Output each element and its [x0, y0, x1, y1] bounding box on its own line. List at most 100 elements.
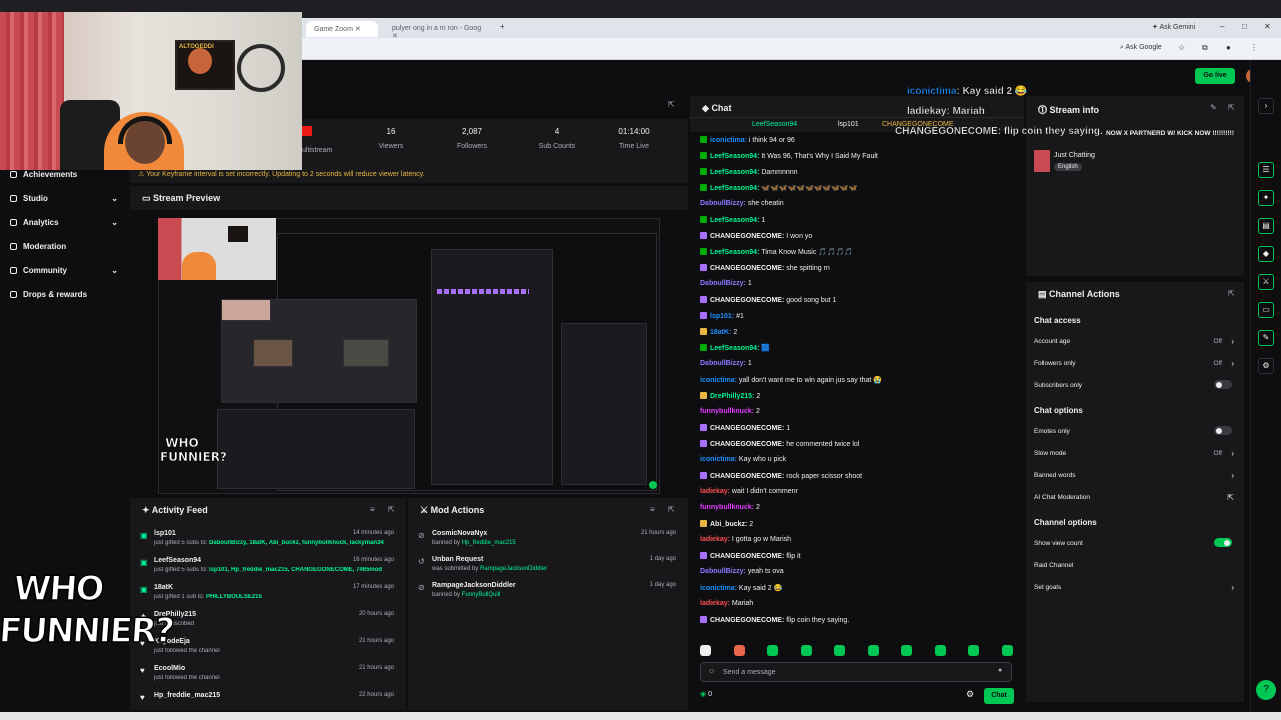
rail-button[interactable]: ⚙	[1258, 358, 1274, 374]
chat-message[interactable]: CHANGEGONECOME: he commented twice lol	[700, 440, 859, 448]
channel-action-set-goals[interactable]: Set goals ›	[1034, 583, 1236, 596]
chat-username[interactable]: CHANGEGONECOME:	[710, 473, 786, 480]
filter-icon[interactable]: ≡	[650, 505, 655, 514]
chat-username[interactable]: LeefSeason94:	[710, 185, 761, 192]
chat-message[interactable]: funnybullknuck: 2	[700, 504, 760, 511]
chat-username[interactable]: lsp101:	[710, 313, 736, 320]
chat-username[interactable]: CHANGEGONECOME:	[710, 617, 786, 624]
channel-action-slow-mode[interactable]: Slow mode Off ›	[1034, 449, 1236, 462]
chat-message[interactable]: LeefSeason94: It Was 96, That's Why I Sa…	[700, 152, 878, 160]
chat-username[interactable]: LeefSeason94:	[710, 153, 761, 160]
chat-username[interactable]: CHANGEGONECOME:	[710, 297, 786, 304]
chat-username[interactable]: iconictima:	[700, 456, 739, 463]
chat-message[interactable]: ladiekay: wait I didn't commenr	[700, 488, 798, 495]
chat-message[interactable]: CHANGEGONECOME: she spitting rn	[700, 264, 830, 272]
chat-input[interactable]: Send a message	[700, 662, 1012, 682]
channel-action-raid-channel[interactable]: Raid Channel	[1034, 562, 1236, 574]
collapse-icon[interactable]: ›	[1258, 98, 1274, 114]
ask-gemini-button[interactable]: ✦ Ask Gemini	[1152, 23, 1195, 31]
sidebar-item-drops-rewards[interactable]: Drops & rewards	[10, 290, 120, 299]
mod-action-row[interactable]: ⊘ RampageJacksonDiddler banned by FunnyBul…	[418, 582, 684, 604]
chat-message[interactable]: LeefSeason94: 🟦	[700, 344, 770, 352]
chat-message[interactable]: funnybullknuck: 2	[700, 408, 760, 415]
top-chatter[interactable]: lsp101	[838, 121, 859, 128]
activity-row[interactable]: ▣ LeefSeason94 just gifted 5 subs to: lsp1…	[136, 557, 398, 581]
rail-button[interactable]: ⚔	[1258, 274, 1274, 290]
chat-message[interactable]: 18atK: 2	[700, 328, 737, 336]
chat-message[interactable]: iconictima: i think 94 or 96	[700, 136, 795, 144]
chat-message[interactable]: ladiekay: I gotta go w Marish	[700, 536, 791, 543]
chat-message[interactable]: iconictima: Kay said 2 😂	[700, 584, 782, 592]
sidebar-item-analytics[interactable]: Analytics ⌄	[10, 218, 120, 227]
channel-action-banned-words[interactable]: Banned words ›	[1034, 471, 1236, 484]
rail-button[interactable]: ✦	[1258, 190, 1274, 206]
sidebar-item-studio[interactable]: Studio ⌄	[10, 194, 120, 203]
chat-message[interactable]: CHANGEGONECOME: flip it	[700, 552, 801, 560]
chat-username[interactable]: ladiekay:	[700, 536, 732, 543]
browser-menu-icon[interactable]: ⋮	[1250, 43, 1258, 52]
chat-username[interactable]: CHANGEGONECOME:	[710, 553, 786, 560]
activity-row[interactable]: ▣ lsp101 just gifted 5 subs to: DaboullBiz…	[136, 530, 398, 554]
browser-tab[interactable]: pulyer ong in a m ron - Goog ✕	[384, 21, 492, 40]
mod-action-target[interactable]: CosmicNovaNyx	[432, 530, 487, 537]
popout-icon[interactable]: ⇱	[1228, 289, 1235, 298]
channel-points[interactable]: ◉ 0	[700, 690, 712, 698]
chat-message[interactable]: lsp101: #1	[700, 312, 744, 320]
sidebar-item-achievements[interactable]: Achievements	[10, 170, 120, 179]
chat-username[interactable]: DaboullBizzy:	[700, 280, 748, 287]
send-chat-button[interactable]: Chat	[984, 688, 1014, 704]
top-chatter[interactable]: LeefSeason94	[752, 121, 797, 128]
chat-username[interactable]: ladiekay:	[700, 488, 732, 495]
chat-username[interactable]: CHANGEGONECOME:	[710, 441, 786, 448]
activity-recipients[interactable]: lsp101, Hp_freddie_mac215, CHANGEGONECOM…	[209, 567, 382, 573]
activity-recipients[interactable]: PHILLYBOULSE215	[206, 594, 262, 600]
rail-button[interactable]: ▭	[1258, 302, 1274, 318]
chat-username[interactable]: DaboullBizzy:	[700, 568, 748, 575]
chat-message[interactable]: CHANGEGONECOME: I won yo	[700, 232, 812, 240]
stream-category[interactable]: Just Chatting	[1054, 152, 1095, 159]
chat-username[interactable]: CHANGEGONECOME:	[710, 233, 786, 240]
emoji-icon[interactable]: ☺	[708, 668, 715, 675]
popout-icon[interactable]: ⇱	[388, 505, 395, 514]
emote-icon[interactable]	[901, 645, 912, 656]
new-tab-icon[interactable]: +	[500, 22, 505, 31]
activity-row[interactable]: ▣ 18atK just gifted 1 sub to: PHILLYBOULSE…	[136, 584, 398, 608]
chat-username[interactable]: 18atK:	[710, 329, 733, 336]
go-live-button[interactable]: Go live	[1195, 68, 1235, 84]
chat-message[interactable]: DrePhilly215: 2	[700, 392, 760, 400]
chat-message[interactable]: LeefSeason94: 🦋🦋🦋🦋🦋🦋🦋🦋🦋🦋🦋	[700, 184, 857, 192]
mod-action-target[interactable]: Unban Request	[432, 556, 483, 563]
emote-icon[interactable]	[1001, 645, 1013, 656]
activity-username[interactable]: Hp_freddie_mac215	[154, 692, 220, 699]
browser-tab-active[interactable]: Game Zoom ✕	[306, 21, 378, 37]
chat-username[interactable]: funnybullknuck:	[700, 408, 756, 415]
chat-username[interactable]: CHANGEGONECOME:	[710, 265, 786, 272]
chat-username[interactable]: funnybullknuck:	[700, 504, 756, 511]
chat-message[interactable]: ladiekay: Mariah	[700, 600, 753, 607]
emote-icon[interactable]	[733, 645, 745, 656]
toggle-switch[interactable]	[1214, 380, 1232, 389]
extensions-icon[interactable]: ⧉	[1202, 43, 1208, 53]
stream-tag[interactable]: English	[1054, 163, 1082, 171]
sidebar-item-community[interactable]: Community ⌄	[10, 266, 120, 275]
chat-message[interactable]: Abi_buckz: 2	[700, 520, 753, 528]
chat-username[interactable]: LeefSeason94:	[710, 249, 761, 256]
gear-icon[interactable]: ⚙	[966, 689, 974, 700]
minimize-icon[interactable]: –	[1220, 22, 1224, 31]
chat-username[interactable]: iconictima:	[700, 377, 739, 384]
chat-message[interactable]: CHANGEGONECOME: good song but 1	[700, 296, 836, 304]
chat-username[interactable]: Abi_buckz:	[710, 521, 749, 528]
chat-username[interactable]: LeefSeason94:	[710, 345, 761, 352]
chat-message[interactable]: DaboullBizzy: she cheatin	[700, 200, 784, 207]
chat-username[interactable]: DaboullBizzy:	[700, 360, 748, 367]
mod-action-row[interactable]: ↺ Unban Request was submitted by RampageJa…	[418, 556, 684, 578]
toggle-switch[interactable]	[1214, 426, 1232, 435]
chat-message[interactable]: CHANGEGONECOME: rock paper scissor shoot	[700, 472, 862, 480]
mod-action-moderator[interactable]: FunnyBullQuill	[462, 592, 501, 598]
activity-recipients[interactable]: DaboullBizzy, 18atK, Abi_buckz, funnybul…	[209, 540, 384, 546]
chat-username[interactable]: ladiekay:	[700, 600, 732, 607]
activity-row[interactable]: ✦ DrePhilly215 just subscribed 20 hours ago	[136, 611, 398, 635]
activity-username[interactable]: lsp101	[154, 530, 176, 537]
toggle-switch[interactable]	[1214, 538, 1232, 547]
channel-action-account-age[interactable]: Account age Off ›	[1034, 337, 1236, 350]
